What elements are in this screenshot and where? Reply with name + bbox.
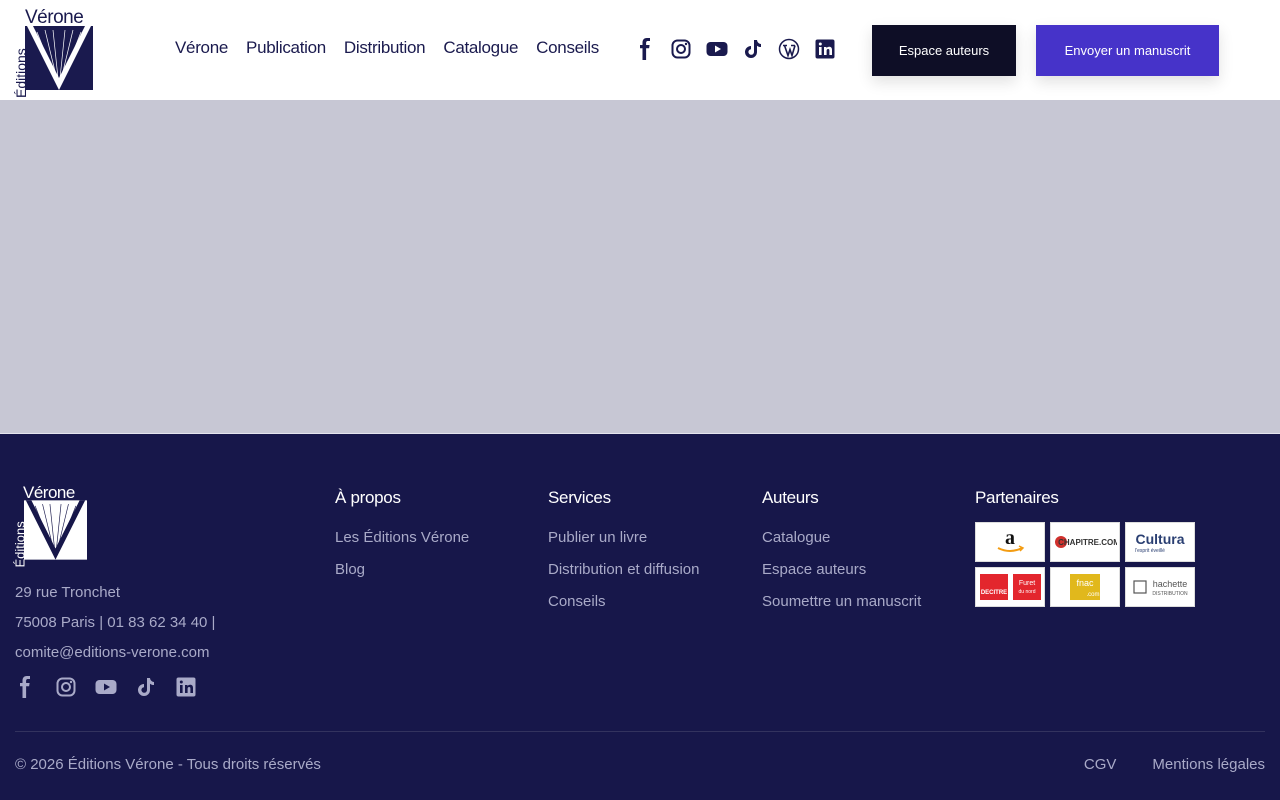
svg-text:CHAPITRE.COM: CHAPITRE.COM xyxy=(1058,538,1117,547)
main-nav: Vérone Publication Distribution Catalogu… xyxy=(175,38,599,58)
partner-logo-hachette[interactable]: hachette DISTRIBUTION xyxy=(1125,567,1195,607)
svg-text:fnac: fnac xyxy=(1076,578,1094,588)
facebook-icon[interactable] xyxy=(634,38,656,60)
partner-logo-fnac[interactable]: fnac .com xyxy=(1050,567,1120,607)
contact-city-phone[interactable]: 75008 Paris | 01 83 62 34 40 | xyxy=(15,608,215,638)
nav-item-conseils[interactable]: Conseils xyxy=(536,38,599,58)
linkedin-icon[interactable] xyxy=(814,38,836,60)
hero-placeholder xyxy=(0,100,1280,433)
logo-wordmark: Vérone xyxy=(25,7,84,28)
nav-item-verone[interactable]: Vérone xyxy=(175,38,228,58)
partner-logos: a CHAPITRE.COM Cultura l'esprit éveillé D… xyxy=(975,522,1195,607)
partner-logo-chapitre[interactable]: CHAPITRE.COM xyxy=(1050,522,1120,562)
svg-text:du nord: du nord xyxy=(1019,589,1036,595)
footer-link-publish-book[interactable]: Publier un livre xyxy=(548,522,699,554)
instagram-icon[interactable] xyxy=(670,38,692,60)
linkedin-icon[interactable] xyxy=(175,676,197,698)
footer-column-services: Services Publier un livre Distribution e… xyxy=(548,488,699,618)
legal-link-cgv[interactable]: CGV xyxy=(1084,756,1117,773)
footer-heading-authors: Auteurs xyxy=(762,488,819,507)
contact-address: 29 rue Tronchet xyxy=(15,584,121,601)
send-manuscript-button[interactable]: Envoyer un manuscrit xyxy=(1036,25,1219,76)
wordpress-icon[interactable] xyxy=(778,38,800,60)
footer-divider xyxy=(15,731,1265,732)
svg-text:l'esprit éveillé: l'esprit éveillé xyxy=(1135,548,1165,554)
footer-column-authors: Auteurs Catalogue Espace auteurs Soumett… xyxy=(762,488,921,618)
svg-text:hachette: hachette xyxy=(1153,579,1188,589)
svg-text:Furet: Furet xyxy=(1019,580,1035,587)
footer-social-links xyxy=(15,676,197,698)
footer-link-distribution[interactable]: Distribution et diffusion xyxy=(548,554,699,586)
legal-links: CGV Mentions légales xyxy=(1084,756,1265,773)
partner-logo-decitre-furet[interactable]: DECITRE Furet du nord xyxy=(975,567,1045,607)
footer-link-advice[interactable]: Conseils xyxy=(548,586,699,618)
nav-item-catalogue[interactable]: Catalogue xyxy=(443,38,518,58)
footer-heading-services: Services xyxy=(548,488,611,507)
svg-text:Cultura: Cultura xyxy=(1136,531,1185,547)
instagram-icon[interactable] xyxy=(55,676,77,698)
svg-text:DECITRE: DECITRE xyxy=(981,590,1007,596)
contact-email[interactable]: comite@editions-verone.com xyxy=(15,638,215,668)
youtube-icon[interactable] xyxy=(95,676,117,698)
legal-link-mentions[interactable]: Mentions légales xyxy=(1152,756,1265,773)
site-logo[interactable]: Vérone Éditions xyxy=(13,7,93,98)
footer-column-about: À propos Les Éditions Vérone Blog xyxy=(335,488,469,586)
footer-link-editions-verone[interactable]: Les Éditions Vérone xyxy=(335,522,469,554)
footer-heading-about: À propos xyxy=(335,488,401,507)
copyright: © 2026 Éditions Vérone - Tous droits rés… xyxy=(15,756,321,773)
footer-logo[interactable]: Vérone Éditions xyxy=(13,483,87,568)
footer-contact: 29 rue Tronchet 75008 Paris | 01 83 62 3… xyxy=(15,578,215,668)
site-header: Vérone Éditions Vérone Publication Distr… xyxy=(0,0,1280,100)
nav-item-distribution[interactable]: Distribution xyxy=(344,38,426,58)
footer-logo-wordmark: Vérone xyxy=(23,483,75,502)
partner-logo-amazon[interactable]: a xyxy=(975,522,1045,562)
tiktok-icon[interactable] xyxy=(742,38,764,60)
svg-text:DISTRIBUTION: DISTRIBUTION xyxy=(1152,591,1188,597)
header-social-links xyxy=(634,38,836,60)
footer-link-author-space[interactable]: Espace auteurs xyxy=(762,554,921,586)
site-footer: Vérone Éditions 29 rue Tronchet 75008 Pa… xyxy=(0,433,1280,800)
svg-text:a: a xyxy=(1005,528,1015,549)
author-space-button[interactable]: Espace auteurs xyxy=(872,25,1016,76)
facebook-icon[interactable] xyxy=(15,676,37,698)
partner-logo-cultura[interactable]: Cultura l'esprit éveillé xyxy=(1125,522,1195,562)
logo-mark xyxy=(25,26,93,90)
svg-text:.com: .com xyxy=(1086,592,1099,598)
footer-link-blog[interactable]: Blog xyxy=(335,554,469,586)
footer-column-partners: Partenaires a CHAPITRE.COM Cultura l'espr… xyxy=(975,488,1195,607)
footer-link-catalogue[interactable]: Catalogue xyxy=(762,522,921,554)
youtube-icon[interactable] xyxy=(706,38,728,60)
footer-logo-mark xyxy=(24,500,87,560)
footer-link-submit-manuscript[interactable]: Soumettre un manuscrit xyxy=(762,586,921,618)
footer-heading-partners: Partenaires xyxy=(975,488,1059,507)
nav-item-publication[interactable]: Publication xyxy=(246,38,326,58)
tiktok-icon[interactable] xyxy=(135,676,157,698)
